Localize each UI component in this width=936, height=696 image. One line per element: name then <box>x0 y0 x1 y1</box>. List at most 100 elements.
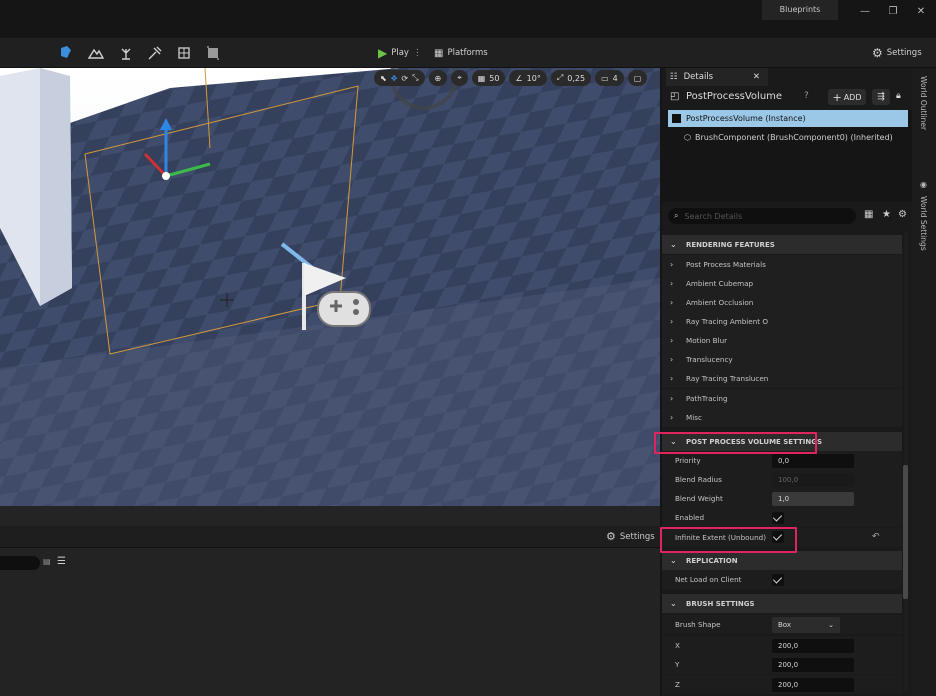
brush-shape-dropdown[interactable]: Box ⌄ <box>772 617 840 633</box>
enabled-checkbox[interactable] <box>772 512 784 524</box>
subcategory-row[interactable]: › PathTracing <box>662 389 902 408</box>
property-label: Net Load on Client <box>675 575 742 584</box>
y-input[interactable]: 200,0 <box>772 658 854 672</box>
subcategory-row[interactable]: › Ray Tracing Translucen <box>662 369 902 388</box>
translate-icon[interactable]: ✥ <box>391 74 398 83</box>
subcategory-label: Post Process Materials <box>686 260 766 269</box>
play-button[interactable]: ▶ Play ⋮ <box>378 44 421 62</box>
blueprint-options-icon[interactable]: ⇶ <box>872 89 890 105</box>
selection-mode-icon[interactable] <box>57 44 75 62</box>
chevron-right-icon: › <box>670 260 674 269</box>
blend-radius-input[interactable]: 100,0 <box>772 473 854 487</box>
scale-snap[interactable]: ⤢ 0,25 <box>550 70 592 86</box>
globe-icon: ◉ <box>919 180 928 189</box>
component-instance-row[interactable]: PostProcessVolume (Instance) <box>668 110 908 127</box>
category-replication[interactable]: ⌄ REPLICATION <box>662 551 902 570</box>
tab-world-settings[interactable]: World Settings <box>919 196 928 251</box>
angle-value: 10° <box>526 73 541 83</box>
content-settings-label: Settings <box>619 531 655 542</box>
lock-icon[interactable]: 🔒︎ <box>896 91 901 101</box>
x-input[interactable]: 200,0 <box>772 639 854 653</box>
platforms-label: Platforms <box>447 48 488 58</box>
tab-blueprints[interactable]: Blueprints <box>762 0 838 20</box>
landscape-mode-icon[interactable] <box>87 44 105 62</box>
brush-icon: ⬡ <box>684 133 691 142</box>
subcategory-row[interactable]: › Post Process Materials <box>662 255 902 274</box>
side-tab-strip: World Outliner ◉ World Settings <box>912 68 936 696</box>
filter-icon[interactable]: ☰ <box>57 556 66 567</box>
subcategory-row[interactable]: › Translucency <box>662 350 902 369</box>
reset-to-default-icon[interactable]: ↶ <box>872 532 880 542</box>
chevron-down-icon: ⌄ <box>670 556 677 565</box>
viewport-toolbar: ⬉ ✥ ⟳ ⤡ ⊕ ⌖ ▦ 50 ∠ 10° ⤢ 0,25 ▭ 4 ▢ <box>374 70 648 88</box>
category-brush-settings[interactable]: ⌄ BRUSH SETTINGS <box>662 594 902 613</box>
property-label: Z <box>675 680 680 689</box>
subcategory-row[interactable]: › Misc <box>662 408 902 427</box>
subcategory-label: Translucency <box>686 355 733 364</box>
subcategory-label: Motion Blur <box>686 336 728 345</box>
brush-edit-icon[interactable] <box>204 44 222 62</box>
camera-icon: ▭ <box>601 73 609 83</box>
chevron-down-icon: ⌄ <box>828 621 834 629</box>
rotation-snap[interactable]: ∠ 10° <box>509 70 547 86</box>
blend-weight-slider[interactable]: 1,0 <box>772 492 854 506</box>
search-details-input[interactable]: ⌕ Search Details <box>668 208 856 224</box>
subcategory-label: Ambient Occlusion <box>686 298 754 307</box>
world-local-toggle[interactable]: ⊕ <box>428 70 448 86</box>
save-icon[interactable]: ▤ <box>43 557 51 566</box>
layout-icon: ▢ <box>633 73 642 83</box>
select-icon[interactable]: ⬉ <box>380 74 387 83</box>
z-input[interactable]: 200,0 <box>772 678 854 692</box>
toolbar-settings-button[interactable]: ⚙ Settings <box>872 44 922 62</box>
subcategory-label: Ray Tracing Ambient O <box>686 317 769 326</box>
highlight-infinite-extent <box>660 527 797 553</box>
chevron-right-icon: › <box>670 279 674 288</box>
search-placeholder: Search Details <box>684 211 743 221</box>
minimize-button[interactable]: — <box>855 4 875 20</box>
brush-component-label: BrushComponent (BrushComponent0) (Inheri… <box>694 133 893 142</box>
property-label: Brush Shape <box>675 620 721 629</box>
help-icon[interactable]: ? <box>804 91 809 101</box>
content-settings-button[interactable]: ⚙ Settings <box>606 530 655 543</box>
fracture-mode-icon[interactable] <box>175 44 193 62</box>
close-button[interactable]: ✕ <box>911 4 931 20</box>
chevron-right-icon: › <box>670 355 674 364</box>
details-scrollbar-thumb[interactable] <box>903 465 908 599</box>
brush-component-row[interactable]: ⬡ BrushComponent (BrushComponent0) (Inhe… <box>684 133 893 142</box>
play-options-icon[interactable]: ⋮ <box>413 48 422 58</box>
subcategory-row[interactable]: › Ray Tracing Ambient O <box>662 312 902 331</box>
category-rendering-features[interactable]: ⌄ RENDERING FEATURES <box>662 235 902 254</box>
surface-snap-toggle[interactable]: ⌖ <box>451 70 468 86</box>
net-load-checkbox[interactable] <box>772 574 784 586</box>
property-matrix-icon[interactable]: ▦ <box>864 209 873 220</box>
camera-speed[interactable]: ▭ 4 <box>595 70 624 86</box>
gear-icon[interactable]: ⚙ <box>898 209 907 220</box>
platforms-button[interactable]: ▦ Platforms <box>434 44 488 62</box>
foliage-mode-icon[interactable] <box>117 44 135 62</box>
add-component-button[interactable]: + ADD <box>828 89 866 105</box>
tab-details[interactable]: ☷ Details ✕ <box>666 68 768 86</box>
details-tab-label: Details <box>683 72 714 82</box>
grid-value: 50 <box>489 73 500 83</box>
grid-snap[interactable]: ▦ 50 <box>471 70 506 86</box>
actor-name[interactable]: PostProcessVolume <box>686 91 782 102</box>
close-icon[interactable]: ✕ <box>753 72 760 82</box>
level-viewport[interactable] <box>0 68 660 506</box>
mesh-paint-icon[interactable] <box>146 44 164 62</box>
details-icon: ☷ <box>670 72 678 82</box>
settings-label: Settings <box>886 48 922 58</box>
subcategory-row[interactable]: › Ambient Cubemap <box>662 274 902 293</box>
maximize-button[interactable]: ❐ <box>883 4 903 20</box>
tab-world-outliner[interactable]: World Outliner <box>919 76 928 130</box>
content-search-input[interactable] <box>0 556 40 570</box>
subcategory-row[interactable]: › Ambient Occlusion <box>662 293 902 312</box>
viewport-layout-button[interactable]: ▢ <box>627 70 648 86</box>
chevron-right-icon: › <box>670 413 674 422</box>
scale-icon[interactable]: ⤡ <box>412 73 418 83</box>
transform-tools[interactable]: ⬉ ✥ ⟳ ⤡ <box>374 70 425 86</box>
priority-input[interactable]: 0,0 <box>772 454 854 468</box>
subcategory-row[interactable]: › Motion Blur <box>662 331 902 350</box>
star-icon[interactable]: ★ <box>882 209 891 220</box>
platforms-icon: ▦ <box>434 47 444 59</box>
rotate-icon[interactable]: ⟳ <box>401 74 408 83</box>
